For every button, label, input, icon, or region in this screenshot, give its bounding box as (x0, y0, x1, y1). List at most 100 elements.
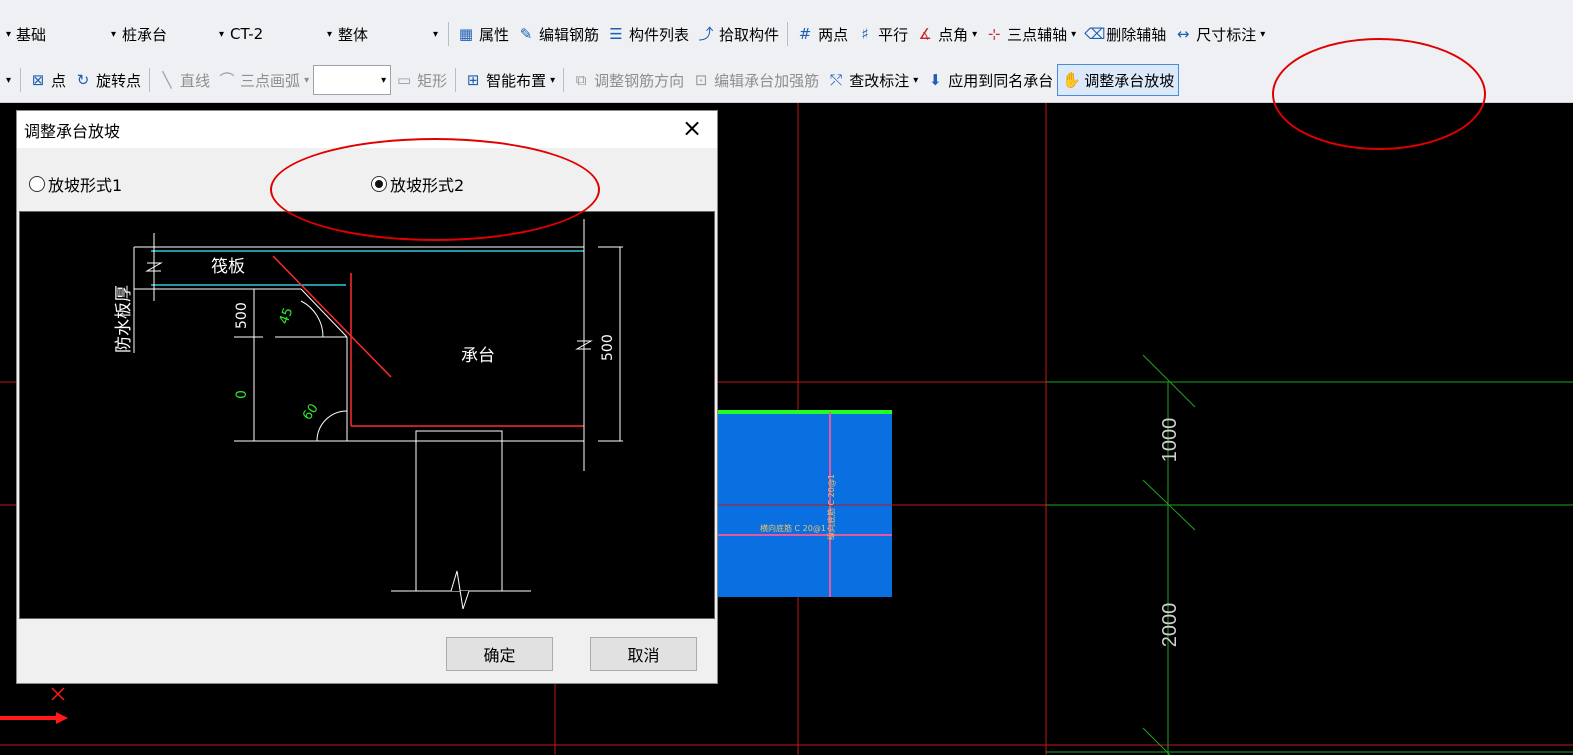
chevron-down-icon: ▾ (326, 28, 332, 40)
component-list-button[interactable]: ☰ 构件列表 (603, 19, 693, 49)
edit-cap-stiffener-button[interactable]: ⊡ 编辑承台加强筋 (688, 65, 823, 95)
scope-dropdown[interactable]: 整体 ▾ (338, 19, 444, 49)
radio-checked-icon (371, 176, 387, 192)
rebar-label-vertical: 纵向底筋 C 20@1 (826, 474, 836, 540)
apply-same-name-cap-button[interactable]: ⬇ 应用到同名承台 (922, 65, 1057, 95)
delete-axis-button[interactable]: ⌫ 删除辅轴 (1080, 19, 1170, 49)
three-point-axis-button[interactable]: ⊹ 三点辅轴 ▾ (981, 19, 1080, 49)
right-dim-500-label: 500 (600, 334, 616, 361)
chevron-down-icon: ▾ (381, 74, 387, 86)
separator (787, 22, 789, 46)
scope-value: 整体 (338, 25, 369, 44)
component-name-dropdown[interactable]: CT-2 ▾ (230, 19, 338, 49)
two-points-axis-icon: # (798, 25, 812, 43)
chevron-down-icon: ▾ (1071, 28, 1077, 40)
edit-rebar-button[interactable]: ✎ 编辑钢筋 (513, 19, 603, 49)
hand-icon: ✋ (1062, 71, 1081, 89)
x-axis-arrow-icon (56, 712, 68, 724)
leading-dropdown-arrow[interactable]: ▾ (0, 19, 16, 49)
ok-button[interactable]: 确定 (446, 637, 553, 671)
dimension-tick (1142, 727, 1171, 755)
three-point-axis-icon: ⊹ (987, 25, 1001, 43)
parallel-button[interactable]: ♯ 平行 (852, 19, 912, 49)
component-type-value: 桩承台 (122, 25, 168, 44)
dialog-titlebar[interactable]: 调整承台放坡 × (17, 111, 717, 148)
rectangle-icon: ▭ (397, 71, 412, 89)
chevron-down-icon: ▾ (1260, 28, 1266, 40)
point-button[interactable]: ⊠ 点 (25, 65, 70, 95)
close-icon[interactable]: × (681, 116, 703, 140)
parallel-axis-icon: ♯ (861, 25, 869, 43)
stiffener-icon: ⊡ (694, 71, 708, 89)
line-button[interactable]: ╲ 直线 (154, 65, 214, 95)
slope-diagram-svg: 筏板 防水板厚 承台 500 0 45 60 500 (114, 219, 623, 610)
dialog-title: 调整承台放坡 (24, 121, 121, 141)
toolbar-cut-row (0, 0, 1573, 10)
chevron-down-icon: ▾ (913, 74, 919, 86)
check-annotation-icon: ⤲ (830, 71, 843, 89)
separator (448, 22, 449, 46)
slope-type-2-radio[interactable]: 放坡形式2 (371, 172, 464, 196)
chevron-down-icon: ▾ (550, 74, 556, 86)
toolbar-row-2: ▾ ⊠ 点 ↻ 旋转点 ╲ 直线 ⌒ 三点画弧 ▾ ▾ ▭ 矩形 ⊞ 智能布置 ▾ ⧉ 调整钢筋方… (0, 58, 1573, 103)
rectangle-button[interactable]: ▭ 矩形 (391, 65, 451, 95)
dim-0-label: 0 (234, 390, 250, 399)
chevron-down-icon: ▾ (972, 28, 978, 40)
component-name-value: CT-2 (230, 25, 264, 43)
toolbar-row-1: ▾ 基础 ▾ 桩承台 ▾ CT-2 ▾ 整体 ▾ ▦ 属性 ✎ 编辑钢筋 ☰ 构件列表… (0, 10, 1573, 58)
pick-component-button[interactable]: ⤴ 拾取构件 (693, 19, 783, 49)
separator (149, 68, 151, 92)
floor-type-value: 基础 (16, 25, 47, 44)
check-annotation-button[interactable]: ⤲ 查改标注 ▾ (823, 65, 922, 95)
apply-icon: ⬇ (928, 71, 942, 89)
line-icon: ╲ (162, 71, 172, 89)
point-angle-button[interactable]: ∡ 点角 ▾ (912, 19, 981, 49)
slope-preview-diagram: 筏板 防水板厚 承台 500 0 45 60 500 (19, 211, 715, 619)
chevron-down-icon: ▾ (218, 28, 224, 40)
arc-option-dropdown[interactable]: ▾ (313, 65, 392, 95)
dimension-label-2000: 2000 (1159, 603, 1181, 648)
dimension-icon: ↔ (1176, 25, 1190, 43)
rebar-direction-icon: ⧉ (575, 71, 587, 89)
two-points-button[interactable]: # 两点 (792, 19, 852, 49)
cancel-button[interactable]: 取消 (590, 637, 697, 671)
slope-type-radio-group: 放坡形式1 放坡形式2 (17, 148, 717, 208)
separator (20, 68, 21, 92)
edit-rebar-icon: ✎ (519, 25, 533, 43)
arc-icon: ⌒ (219, 71, 235, 89)
waterproof-thickness-label: 防水板厚 (114, 285, 134, 353)
slope-type-1-radio[interactable]: 放坡形式1 (29, 172, 122, 196)
smart-layout-icon: ⊞ (466, 71, 480, 89)
separator (455, 68, 457, 92)
radio-unchecked-icon (29, 176, 45, 192)
separator (563, 68, 565, 92)
adjust-cap-slope-dialog: 调整承台放坡 × 放坡形式1 放坡形式2 筏板 防水板厚 承台 500 0 45… (16, 110, 718, 684)
raft-label: 筏板 (211, 257, 245, 277)
rebar-label-horizontal: 横向底筋 C 20@1 (760, 523, 826, 533)
leading-dropdown-arrow[interactable]: ▾ (0, 65, 16, 95)
properties-icon: ▦ (458, 25, 474, 43)
adjust-cap-slope-button[interactable]: ✋ 调整承台放坡 (1057, 64, 1180, 96)
rotate-point-icon: ↻ (76, 71, 90, 89)
dimension-tick (1142, 354, 1196, 408)
eraser-icon: ⌫ (1084, 25, 1106, 43)
smart-layout-button[interactable]: ⊞ 智能布置 ▾ (460, 65, 559, 95)
left-dim-500-label: 500 (234, 302, 250, 329)
adjust-rebar-direction-button[interactable]: ⧉ 调整钢筋方向 (568, 65, 688, 95)
chevron-down-icon: ▾ (110, 28, 116, 40)
point-icon: ⊠ (31, 71, 45, 89)
list-icon: ☰ (609, 25, 623, 43)
dimension-label-1000: 1000 (1159, 418, 1181, 463)
eyedropper-icon: ⤴ (698, 25, 714, 43)
cap-label: 承台 (461, 346, 495, 366)
properties-button[interactable]: ▦ 属性 (453, 19, 513, 49)
dimension-button[interactable]: ↔ 尺寸标注 ▾ (1170, 19, 1269, 49)
angle-60-label: 60 (300, 401, 322, 423)
chevron-down-icon: ▾ (304, 74, 310, 86)
floor-type-dropdown[interactable]: 基础 ▾ (16, 19, 122, 49)
angle-45-label: 45 (277, 306, 297, 327)
component-type-dropdown[interactable]: 桩承台 ▾ (122, 19, 230, 49)
point-angle-icon: ∡ (918, 25, 932, 43)
rotate-point-button[interactable]: ↻ 旋转点 (70, 65, 145, 95)
three-point-arc-button[interactable]: ⌒ 三点画弧 ▾ (214, 65, 313, 95)
